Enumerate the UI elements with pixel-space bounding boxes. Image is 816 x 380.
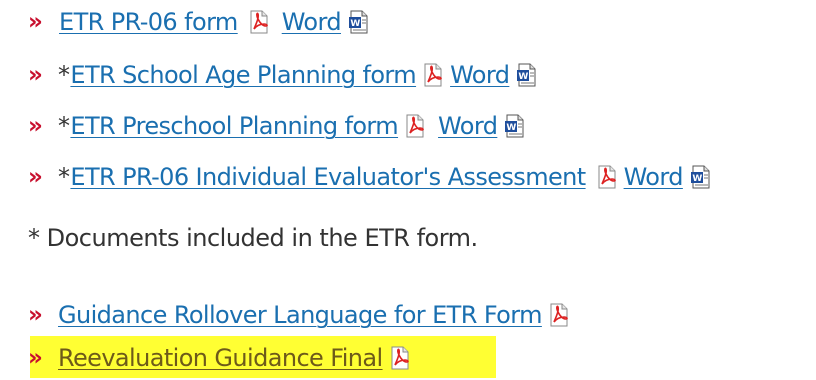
word-icon[interactable] bbox=[503, 114, 525, 138]
word-icon[interactable] bbox=[515, 63, 537, 87]
pdf-icon[interactable] bbox=[596, 165, 618, 189]
bullet-chevron-icon: » bbox=[28, 8, 43, 35]
asterisk: * bbox=[58, 112, 70, 140]
etr-preschool-planning-link[interactable]: ETR Preschool Planning form bbox=[70, 112, 398, 140]
bullet-chevron-icon: » bbox=[28, 112, 43, 139]
bullet-chevron-icon: » bbox=[28, 301, 43, 328]
asterisk: * bbox=[58, 163, 70, 191]
word-icon[interactable] bbox=[689, 165, 711, 189]
etr-pr06-form-link[interactable]: ETR PR-06 form bbox=[59, 8, 238, 36]
word-link[interactable]: Word bbox=[438, 112, 498, 140]
word-link[interactable]: Word bbox=[624, 163, 684, 191]
etr-school-age-planning-link[interactable]: ETR School Age Planning form bbox=[70, 61, 416, 89]
link-group: * ETR PR-06 Individual Evaluator's Asses… bbox=[58, 163, 717, 191]
guidance-rollover-link[interactable]: Guidance Rollover Language for ETR Form bbox=[58, 301, 542, 329]
pdf-icon[interactable] bbox=[422, 63, 444, 87]
pdf-icon[interactable] bbox=[548, 303, 570, 327]
word-link[interactable]: Word bbox=[282, 8, 342, 36]
link-group: ETR PR-06 form Word bbox=[58, 8, 375, 36]
bullet-chevron-icon: » bbox=[28, 344, 43, 371]
link-group: Reevaluation Guidance Final bbox=[58, 344, 417, 372]
reevaluation-guidance-link[interactable]: Reevaluation Guidance Final bbox=[58, 344, 383, 372]
word-icon[interactable] bbox=[347, 10, 369, 34]
link-group: * ETR Preschool Planning form Word bbox=[58, 112, 531, 140]
asterisk: * bbox=[58, 61, 70, 89]
bullet-chevron-icon: » bbox=[28, 61, 43, 88]
pdf-icon[interactable] bbox=[248, 10, 270, 34]
bullet-chevron-icon: » bbox=[28, 163, 43, 190]
pdf-icon[interactable] bbox=[389, 346, 411, 370]
footnote: * Documents included in the ETR form. bbox=[28, 224, 478, 252]
link-group: * ETR School Age Planning form Word bbox=[58, 61, 543, 89]
etr-pr06-evaluator-assessment-link[interactable]: ETR PR-06 Individual Evaluator's Assessm… bbox=[70, 163, 586, 191]
pdf-icon[interactable] bbox=[404, 114, 426, 138]
link-group: Guidance Rollover Language for ETR Form bbox=[58, 301, 576, 329]
word-link[interactable]: Word bbox=[450, 61, 510, 89]
